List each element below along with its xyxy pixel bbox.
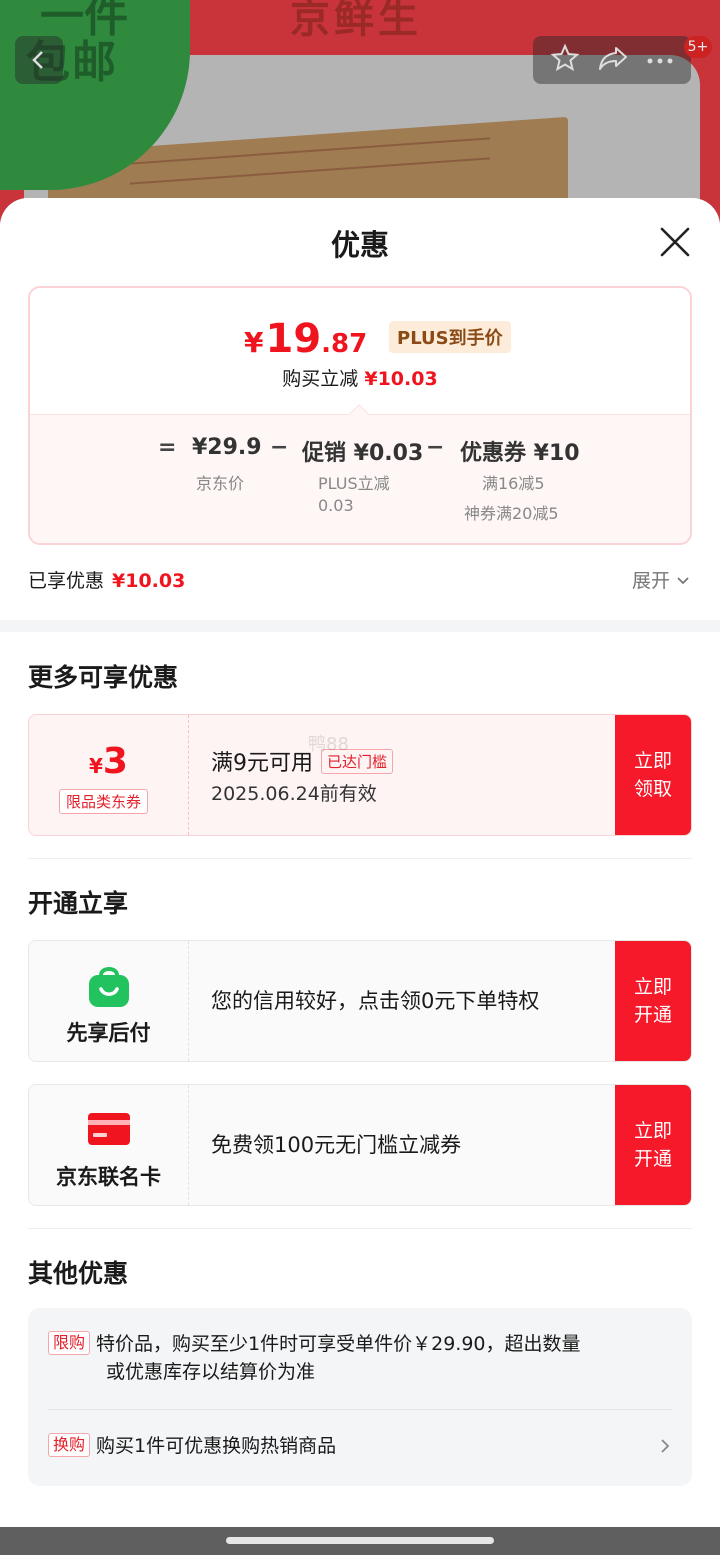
minus-sign-1: − (270, 435, 289, 460)
final-price-integer: 19 (265, 316, 322, 362)
watermark: 鸭88 (308, 734, 349, 755)
discount-sheet: 优惠 ¥ 19 .87 PLUS到手价 购买立减 ¥10.03 = ¥29.9 … (0, 198, 720, 1527)
claim-button-line2: 领取 (633, 778, 672, 800)
chevron-down-icon (677, 576, 689, 584)
home-indicator[interactable] (226, 1537, 494, 1544)
coupon-label-2: 神券满20减5 (464, 504, 559, 523)
promo-label-value: 0.03 (318, 496, 354, 515)
top-action-bar (533, 36, 691, 84)
back-button[interactable] (15, 36, 63, 84)
trade-up-row[interactable]: 换购 购买1件可优惠换购热销商品 (48, 1432, 672, 1460)
claim-button-line1: 立即 (633, 750, 672, 772)
other-discounts-section: 其他优惠 限购 特价品，购买至少1件时可享受单件价￥29.90，超出数量 或优惠库… (0, 1228, 720, 1527)
pay-later-desc: 您的信用较好，点击领0元下单特权 (211, 989, 540, 1013)
final-price: ¥ 19 .87 (244, 316, 367, 362)
more-discounts-section: 更多可享优惠 ¥3 限品类东券 满9元可用 已达门槛 2025.06.24前有效… (0, 632, 720, 1228)
other-discounts-title: 其他优惠 (28, 1259, 129, 1288)
list-divider (48, 1409, 672, 1410)
pay-later-card: 先享后付 您的信用较好，点击领0元下单特权 立即开通 (28, 940, 692, 1062)
share-icon (598, 47, 627, 70)
final-price-currency: ¥ (244, 326, 264, 359)
sheet-header: 优惠 ¥ 19 .87 PLUS到手价 购买立减 ¥10.03 = ¥29.9 … (0, 198, 720, 620)
trade-up-tag: 换购 (48, 1433, 91, 1457)
cobrand-card-desc: 免费领100元无门槛立减券 (211, 1133, 462, 1157)
coupon-currency: ¥ (89, 754, 103, 778)
shopping-bag-icon (89, 967, 129, 1007)
credit-card-icon (88, 1113, 130, 1145)
star-icon (550, 43, 580, 72)
coupon-condition-text: 满9元可用 (211, 751, 313, 776)
open-button-line2: 开通 (633, 1148, 672, 1170)
expand-button[interactable]: 展开 (632, 566, 692, 593)
system-navigation-bar (0, 1527, 720, 1555)
pay-later-name: 先享后付 (66, 1021, 151, 1045)
enjoyed-value: ¥10.03 (112, 570, 186, 592)
promo-amount: 促销 ¥0.03 (302, 441, 424, 466)
section-divider (28, 1228, 692, 1229)
pay-later-brand: 先享后付 (29, 941, 189, 1061)
coupon-type-tag: 限品类东券 (59, 789, 149, 814)
open-button-line1: 立即 (633, 1120, 672, 1142)
brand-text: 京鲜生 (290, 0, 422, 42)
equals-sign: = (158, 435, 177, 460)
notification-badge: 5+ (684, 36, 712, 58)
open-cobrand-card-button[interactable]: 立即 开通 (615, 1085, 691, 1205)
chevron-right-icon (661, 1439, 670, 1453)
final-price-area: ¥ 19 .87 PLUS到手价 购买立减 ¥10.03 (30, 288, 690, 414)
enjoyed-label: 已享优惠 (28, 570, 105, 592)
saving-label: 购买立减 (282, 368, 359, 390)
cobrand-card-name: 京东联名卡 (56, 1165, 161, 1189)
limit-purchase-row: 限购 特价品，购买至少1件时可享受单件价￥29.90，超出数量 或优惠库存以结算价… (48, 1330, 672, 1386)
favorite-button[interactable] (550, 43, 580, 77)
claim-coupon-button[interactable]: 立即 领取 (615, 715, 691, 835)
cobrand-card: 京东联名卡 免费领100元无门槛立减券 立即开通 (28, 1084, 692, 1206)
coupon-value-area: ¥3 限品类东券 (29, 715, 189, 835)
open-button-line1: 立即 (633, 976, 672, 998)
jd-price: ¥29.9 (192, 435, 262, 460)
price-formula: = ¥29.9 − 促销 ¥0.03 − 优惠券 ¥10 京东价 PLUS立减 … (30, 404, 690, 543)
coupon-expiry: 2025.06.24前有效 (211, 783, 377, 805)
more-discounts-title: 更多可享优惠 (28, 663, 179, 692)
price-breakdown-card: ¥ 19 .87 PLUS到手价 购买立减 ¥10.03 = ¥29.9 − 促… (28, 286, 692, 545)
promo-label: PLUS立减 (318, 474, 390, 493)
open-services-title: 开通立享 (28, 889, 129, 918)
more-button[interactable] (646, 51, 674, 70)
minus-sign-2: − (426, 435, 445, 460)
coupon-value-number: 3 (102, 741, 128, 782)
chevron-left-icon (32, 51, 43, 69)
open-button-line2: 开通 (633, 1004, 672, 1026)
section-divider (28, 858, 692, 859)
coupon-condition: 满9元可用 已达门槛 (211, 745, 394, 777)
limit-purchase-text: 特价品，购买至少1件时可享受单件价￥29.90，超出数量 (96, 1333, 581, 1355)
sheet-title: 优惠 (330, 228, 389, 262)
coupon-amount: 优惠券 ¥10 (460, 441, 580, 466)
enjoyed-discount: 已享优惠 ¥10.03 (28, 566, 185, 593)
coupon-card: ¥3 限品类东券 满9元可用 已达门槛 2025.06.24前有效 立即领取 (28, 714, 692, 836)
limit-purchase-text-2: 或优惠库存以结算价为准 (106, 1361, 316, 1383)
close-icon (660, 227, 690, 257)
coupon-label-1: 满16减5 (482, 474, 545, 493)
plus-price-tag: PLUS到手价 (389, 321, 511, 353)
coupon-value: ¥3 (29, 741, 188, 782)
saving-value: ¥10.03 (364, 368, 438, 390)
final-price-decimal: .87 (321, 329, 368, 359)
jd-price-label: 京东价 (196, 474, 245, 493)
expand-label: 展开 (631, 570, 670, 592)
saving-line: 购买立减 ¥10.03 (30, 364, 690, 391)
enjoyed-discount-row: 已享优惠 ¥10.03 展开 (28, 566, 692, 593)
trade-up-text: 购买1件可优惠换购热销商品 (96, 1435, 337, 1457)
cobrand-card-brand: 京东联名卡 (29, 1085, 189, 1205)
more-dots-icon (647, 58, 673, 63)
close-button[interactable] (658, 225, 692, 259)
open-pay-later-button[interactable]: 立即 开通 (615, 941, 691, 1061)
share-button[interactable] (597, 43, 629, 77)
other-discounts-list: 限购 特价品，购买至少1件时可享受单件价￥29.90，超出数量 或优惠库存以结算价… (28, 1308, 692, 1486)
limit-purchase-tag: 限购 (48, 1331, 91, 1355)
